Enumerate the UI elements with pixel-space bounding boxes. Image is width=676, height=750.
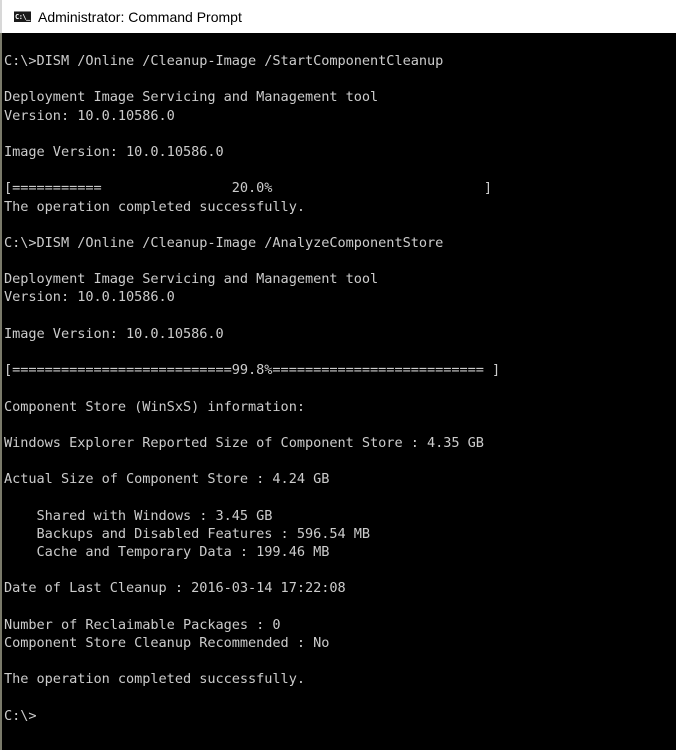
console-line: Component Store (WinSxS) information: bbox=[4, 398, 305, 415]
command-prompt-icon: C:\_ bbox=[14, 11, 31, 22]
console-line: Version: 10.0.10586.0 bbox=[4, 107, 175, 124]
console-output: C:\>DISM /Online /Cleanup-Image /StartCo… bbox=[4, 52, 500, 725]
console-line: Windows Explorer Reported Size of Compon… bbox=[4, 434, 484, 451]
console-line: Deployment Image Servicing and Managemen… bbox=[4, 89, 379, 106]
console-line: Number of Reclaimable Packages : 0 bbox=[4, 616, 281, 633]
console-line: Backups and Disabled Features : 596.54 M… bbox=[4, 525, 371, 542]
console-line: Component Store Cleanup Recommended : No bbox=[4, 635, 330, 651]
console-line: Image Version: 10.0.10586.0 bbox=[4, 325, 224, 342]
console-line: Actual Size of Component Store : 4.24 GB bbox=[4, 471, 330, 488]
console-line: Deployment Image Servicing and Managemen… bbox=[4, 271, 379, 288]
command-prompt-window: C:\_ Administrator: Command Prompt C:\>D… bbox=[0, 0, 676, 750]
console-line: Version: 10.0.10586.0 bbox=[4, 289, 175, 306]
command-line: C:\>DISM /Online /Cleanup-Image /Analyze… bbox=[4, 234, 444, 251]
progress-bar-line: [=========== 20.0% ] bbox=[4, 180, 493, 197]
command-line: C:\>DISM /Online /Cleanup-Image /StartCo… bbox=[4, 53, 444, 69]
console-area[interactable]: C:\>DISM /Online /Cleanup-Image /StartCo… bbox=[0, 33, 676, 750]
console-line: Date of Last Cleanup : 2016-03-14 17:22:… bbox=[4, 580, 346, 597]
console-line: The operation completed successfully. bbox=[4, 198, 305, 215]
window-title: Administrator: Command Prompt bbox=[38, 8, 242, 25]
console-line: The operation completed successfully. bbox=[4, 671, 305, 688]
console-line: Cache and Temporary Data : 199.46 MB bbox=[4, 544, 330, 561]
title-bar[interactable]: C:\_ Administrator: Command Prompt bbox=[0, 0, 676, 33]
console-line: Shared with Windows : 3.45 GB bbox=[4, 507, 273, 524]
console-line: Image Version: 10.0.10586.0 bbox=[4, 143, 224, 160]
command-prompt-line: C:\> bbox=[4, 707, 37, 724]
progress-bar-line: [===========================99.8%=======… bbox=[4, 362, 501, 379]
